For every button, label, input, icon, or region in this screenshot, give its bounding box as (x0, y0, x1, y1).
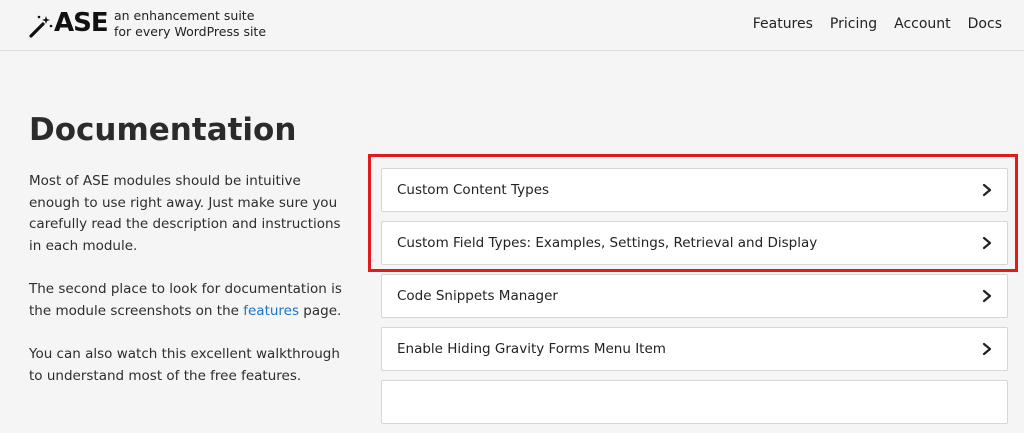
accordion-item-hiding-gravity-forms[interactable]: Enable Hiding Gravity Forms Menu Item (381, 327, 1008, 371)
chevron-right-icon (982, 183, 992, 197)
intro-paragraph-2-after: page. (299, 302, 342, 319)
accordion-item-custom-content-types[interactable]: Custom Content Types (381, 168, 1008, 212)
tagline-line-1: an enhancement suite (114, 8, 255, 23)
intro-paragraph-2: The second place to look for documentati… (29, 279, 349, 322)
nav-pricing[interactable]: Pricing (830, 16, 877, 32)
page-title: Documentation (29, 112, 297, 148)
nav-docs[interactable]: Docs (968, 16, 1002, 32)
ase-logo[interactable]: ASE (28, 8, 109, 38)
accordion-item-label: Custom Content Types (397, 182, 550, 198)
nav-account[interactable]: Account (894, 16, 951, 32)
intro-text: Most of ASE modules should be intuitive … (29, 171, 349, 409)
tagline: an enhancement suite for every WordPress… (114, 8, 266, 40)
accordion-item-code-snippets-manager[interactable]: Code Snippets Manager (381, 274, 1008, 318)
nav-features[interactable]: Features (753, 16, 813, 32)
main-nav: Features Pricing Account Docs (753, 16, 1002, 32)
chevron-right-icon (982, 289, 992, 303)
magic-wand-icon (29, 15, 53, 38)
tagline-line-2: for every WordPress site (114, 24, 267, 39)
accordion-item-label: Code Snippets Manager (397, 288, 558, 304)
chevron-right-icon (982, 342, 992, 356)
features-link[interactable]: features (243, 303, 299, 319)
chevron-right-icon (982, 236, 992, 250)
accordion-item-label: Enable Hiding Gravity Forms Menu Item (397, 341, 666, 357)
logo-text: ASE (54, 8, 109, 38)
intro-paragraph-3: You can also watch this excellent walkth… (29, 346, 340, 384)
accordion-item-label: Custom Field Types: Examples, Settings, … (397, 235, 818, 251)
accordion-item-partial[interactable] (381, 380, 1008, 424)
site-header: ASE an enhancement suite for every WordP… (0, 0, 1024, 51)
accordion-item-custom-field-types[interactable]: Custom Field Types: Examples, Settings, … (381, 221, 1008, 265)
documentation-accordion: Custom Content Types Custom Field Types:… (381, 168, 1008, 433)
intro-paragraph-1: Most of ASE modules should be intuitive … (29, 173, 341, 254)
